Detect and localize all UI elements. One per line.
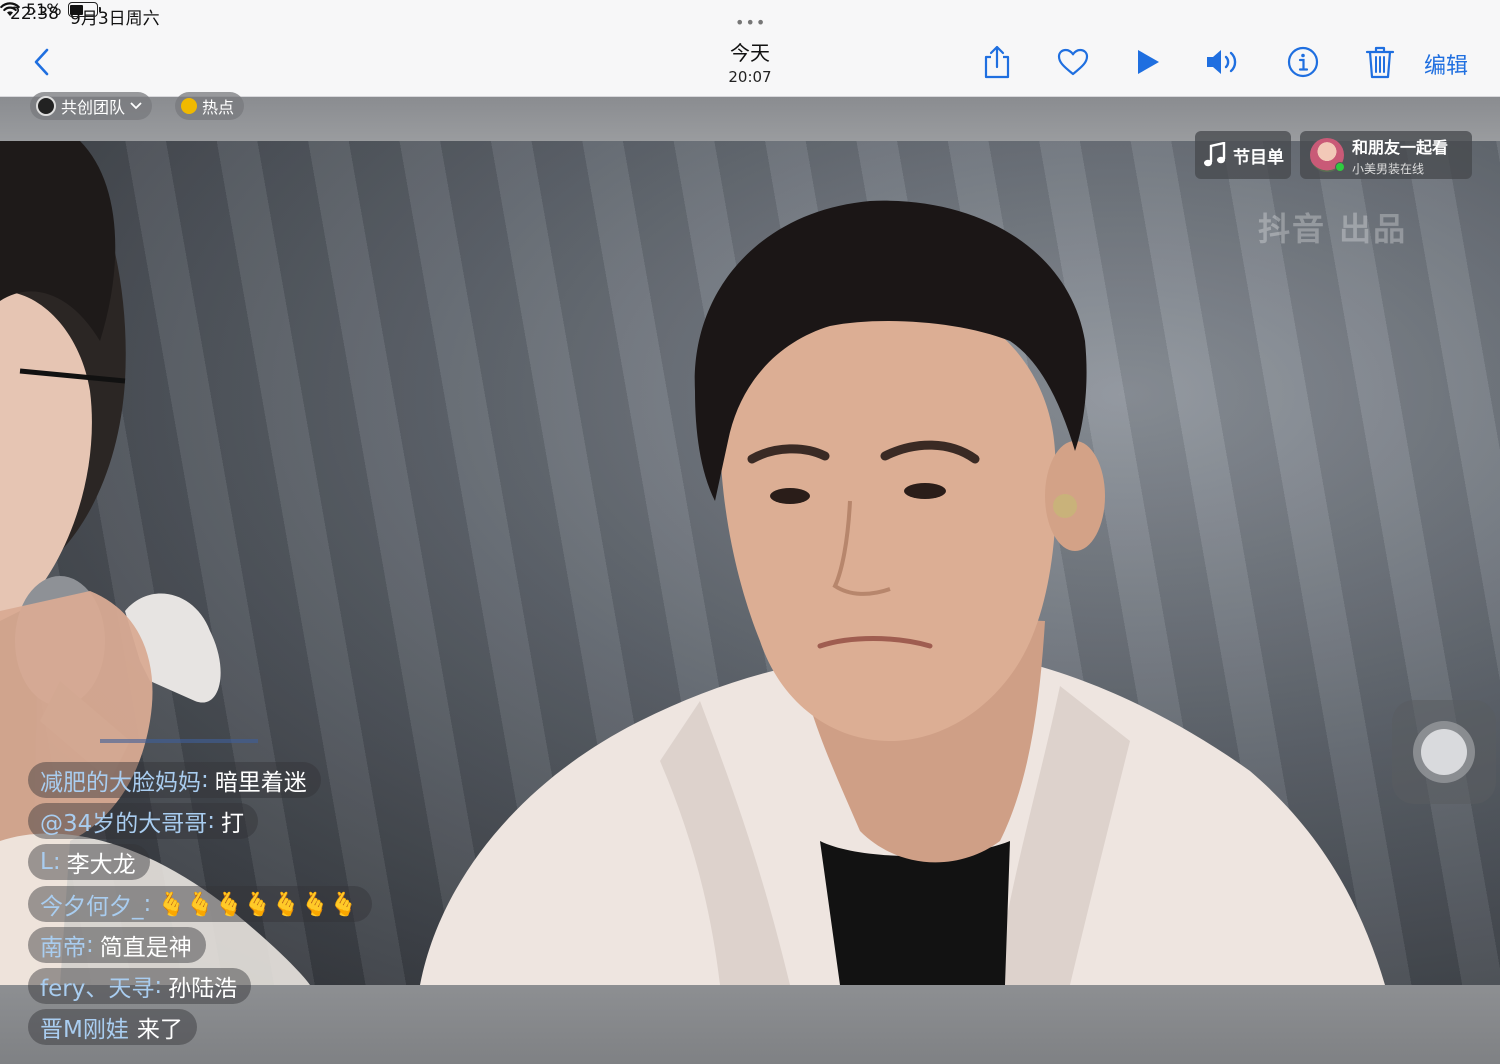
video-frame[interactable] [0,141,1500,985]
comment-text: 孙陆浩 [168,976,238,1002]
assistive-touch-core [1421,729,1467,775]
delete-button[interactable] [1360,42,1400,82]
comment-username: 南帝 [40,935,86,961]
heart-icon [1057,48,1089,76]
favorite-button[interactable] [1053,42,1093,82]
share-button[interactable] [977,42,1017,82]
comment-text: 暗里着迷 [214,770,307,796]
person-eye-right [904,483,946,499]
status-time: 22:38 [10,4,59,24]
comment-row: 晋M刚娃 来了 [28,1009,197,1045]
battery-level [70,4,83,15]
watch-together-title: 和朋友一起看 [1352,137,1449,157]
comment-username: fery、天寻 [40,976,155,1002]
playlist-label: 节目单 [1233,147,1284,168]
playlist-button[interactable]: 节目单 [1195,131,1291,179]
friend-avatar [1310,138,1345,172]
comment-username: @34岁的大哥哥 [40,811,208,837]
comment-username: L [40,849,53,875]
douyin-watermark: 抖音 出品 [1258,210,1408,248]
hot-icon [181,98,197,114]
trash-icon [1365,46,1395,79]
comment-row: @34岁的大哥哥: 打 [28,803,259,839]
speaker-icon [1207,50,1237,74]
assistive-touch-ring [1413,721,1475,783]
assistive-touch-button[interactable] [1392,700,1496,804]
comment-separator: : [86,932,94,958]
comment-text: 简直是神 [99,935,192,961]
video-scene [0,141,1385,985]
page-title: 今天 [730,41,770,65]
chevron-left-icon [34,48,49,76]
share-icon [984,45,1010,79]
volume-button[interactable] [1203,42,1243,82]
play-button[interactable] [1128,42,1168,82]
comment-text: 打 [221,811,245,837]
battery-icon [67,2,101,17]
watch-together-subtitle: 小美男装在线 [1352,161,1425,176]
photo-viewer-toolbar: 22:38 9月3日周六 ••• 51% 今天 20:07 编辑 [0,0,1500,97]
person-ear [1045,441,1105,551]
info-button[interactable] [1283,42,1323,82]
comment-row: L: 李大龙 [28,844,150,880]
page-subtitle: 20:07 [728,68,772,86]
comment-row: 南帝: 简直是神 [28,927,206,963]
info-icon [1287,46,1319,78]
team-logo-icon [36,96,56,116]
back-button[interactable] [22,42,62,82]
title-block: 今天 20:07 [650,37,850,86]
watch-together-text: 和朋友一起看 小美男装在线 [1352,134,1448,177]
comment-row: fery、天寻: 孙陆浩 [28,968,252,1004]
comment-join-text: 来了 [136,1017,183,1043]
hot-label: 热点 [202,98,235,117]
edit-button[interactable]: 编辑 [1424,48,1468,80]
comment-separator: : [143,891,152,917]
comment-text: 李大龙 [66,852,136,878]
in-ear-monitor [1053,494,1077,518]
person-eye-left [770,488,810,504]
watch-together-button[interactable]: 和朋友一起看 小美男装在线 [1300,131,1472,179]
comment-separator: : [52,849,61,875]
online-indicator [1335,162,1345,172]
comment-separator: : [154,973,163,999]
play-icon [1138,50,1159,74]
comment-username: 晋M刚娃 [40,1017,129,1043]
hot-chip[interactable]: 热点 [175,92,245,120]
comment-separator: : [207,808,216,834]
comment-text: 🫰🫰🫰🫰🫰🫰🫰 [157,891,358,918]
comment-username: 今夕何夕_ [40,894,144,920]
chevron-down-icon [130,102,142,110]
music-note-icon [1204,142,1226,167]
team-label: 共创团队 [61,98,126,117]
comment-row: 今夕何夕_: 🫰🫰🫰🫰🫰🫰🫰 [28,886,372,922]
team-chip[interactable]: 共创团队 [30,92,153,120]
comment-username: 减肥的大脸妈妈 [40,770,201,796]
comment-row: 减肥的大脸妈妈: 暗里着迷 [28,762,321,798]
multitask-dots-icon[interactable]: ••• [735,13,766,32]
person-shirt [820,841,1010,985]
comment-separator: : [201,767,209,793]
